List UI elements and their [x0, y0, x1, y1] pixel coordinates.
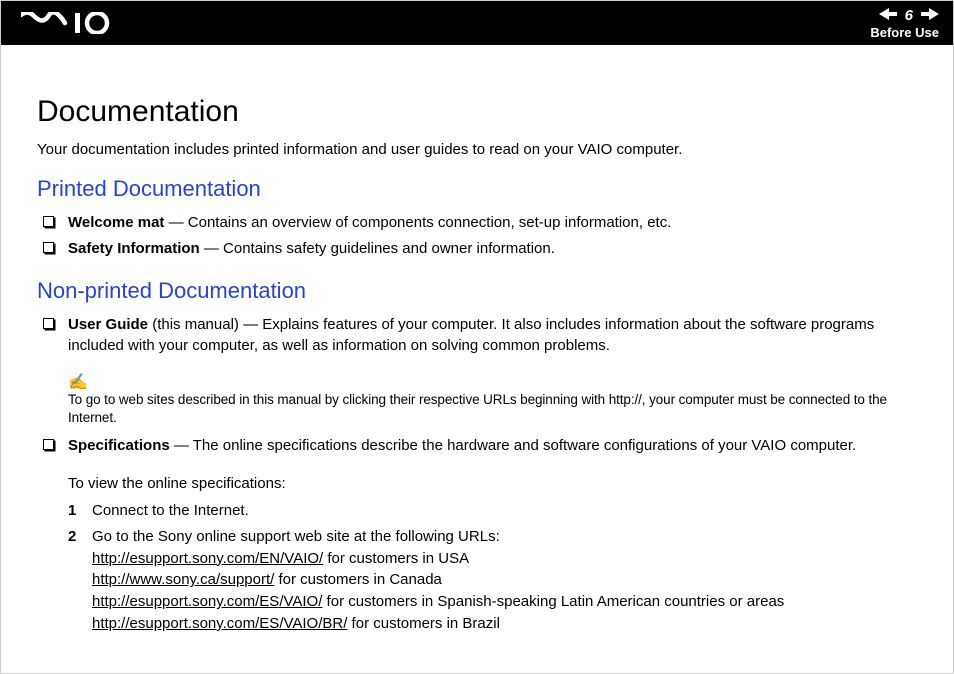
- intro-text: Your documentation includes printed info…: [37, 141, 917, 158]
- list-item: Safety Information — Contains safety gui…: [37, 238, 917, 260]
- printed-heading: Printed Documentation: [37, 176, 917, 202]
- nonprinted-heading: Non-printed Documentation: [37, 278, 917, 304]
- header-bar: 6 Before Use: [1, 1, 953, 45]
- page-number: 6: [903, 8, 915, 23]
- vaio-logo: [21, 12, 131, 34]
- list-item: Welcome mat — Contains an overview of co…: [37, 212, 917, 234]
- bullet-icon: [43, 242, 54, 253]
- page-title: Documentation: [37, 95, 917, 129]
- next-page-arrow[interactable]: [921, 8, 939, 24]
- bullet-icon: [43, 439, 54, 450]
- list-item: User Guide (this manual) — Explains feat…: [37, 314, 917, 358]
- page-content: Documentation Your documentation include…: [1, 45, 953, 659]
- printed-list: Welcome mat — Contains an overview of co…: [37, 212, 917, 260]
- note-block: ✍ To go to web sites described in this m…: [68, 375, 917, 427]
- section-label: Before Use: [870, 26, 939, 39]
- spec-list: Specifications — The online specificatio…: [37, 435, 917, 457]
- support-link-canada[interactable]: http://www.sony.ca/support/: [92, 571, 274, 588]
- note-text: To go to web sites described in this man…: [68, 391, 917, 427]
- prev-page-arrow[interactable]: [879, 8, 897, 24]
- steps-list: 1 Connect to the Internet. 2 Go to the S…: [68, 500, 917, 635]
- support-link-brazil[interactable]: http://esupport.sony.com/ES/VAIO/BR/: [92, 615, 347, 632]
- list-item: Specifications — The online specificatio…: [37, 435, 917, 457]
- support-link-latam[interactable]: http://esupport.sony.com/ES/VAIO/: [92, 593, 322, 610]
- spec-subtext: To view the online specifications:: [68, 475, 917, 492]
- step-item: 2 Go to the Sony online support web site…: [68, 526, 917, 635]
- bullet-icon: [43, 216, 54, 227]
- bullet-icon: [43, 318, 54, 329]
- nonprinted-list: User Guide (this manual) — Explains feat…: [37, 314, 917, 358]
- note-icon: ✍: [68, 375, 917, 391]
- support-link-usa[interactable]: http://esupport.sony.com/EN/VAIO/: [92, 550, 323, 567]
- step-item: 1 Connect to the Internet.: [68, 500, 917, 522]
